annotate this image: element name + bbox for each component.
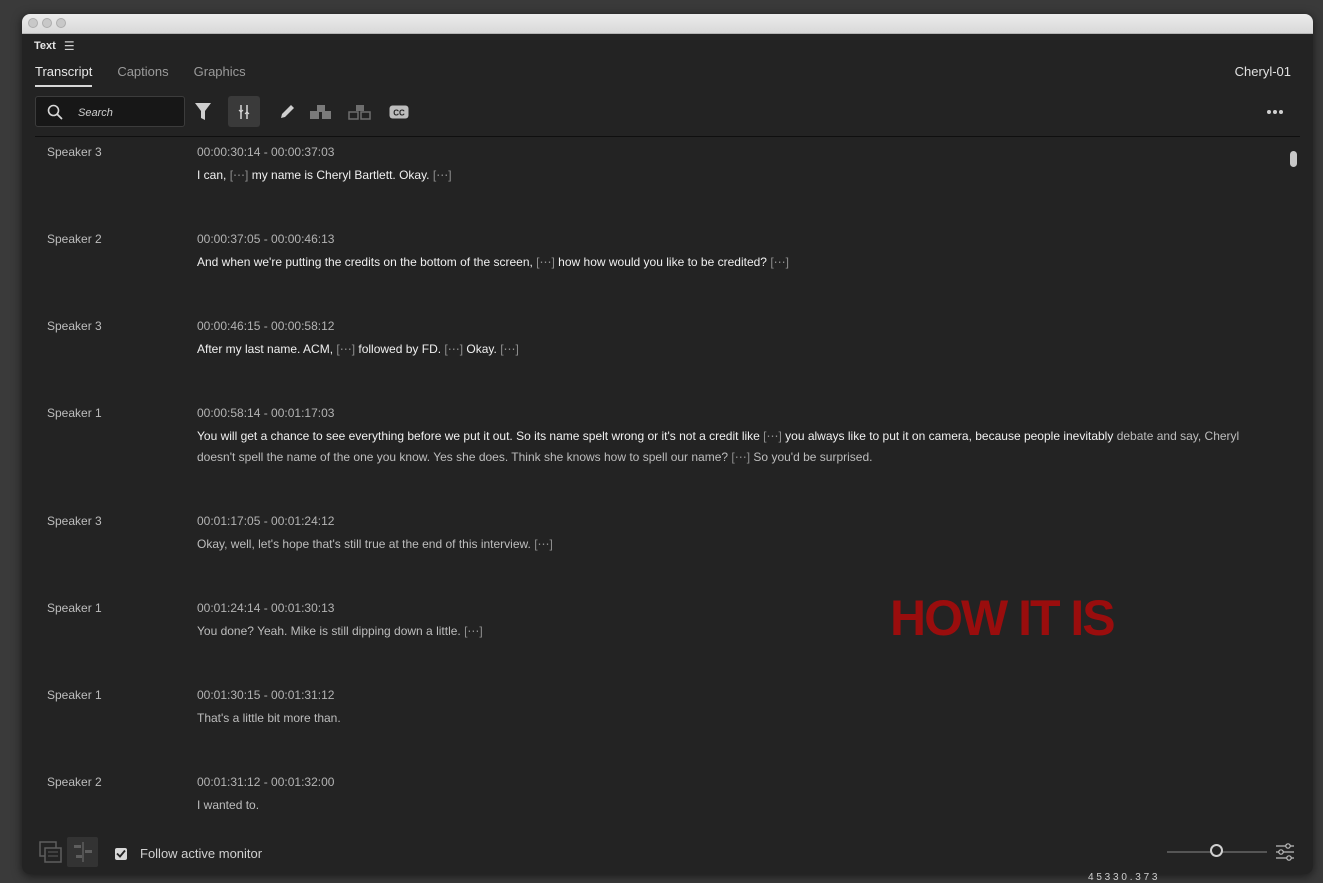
follow-monitor-label: Follow active monitor bbox=[140, 846, 263, 861]
follow-active-monitor[interactable]: Follow active monitor bbox=[115, 846, 262, 861]
speaker-label[interactable]: Speaker 3 bbox=[47, 514, 102, 528]
transcript-word-run[interactable]: I can, bbox=[197, 168, 230, 182]
tab-graphics[interactable]: Graphics bbox=[194, 64, 246, 87]
sliders-icon bbox=[1275, 843, 1294, 861]
pause-marker[interactable]: [⋯] bbox=[500, 342, 519, 356]
zoom-slider[interactable] bbox=[1167, 844, 1267, 857]
panel-footer: Follow active monitor bbox=[22, 834, 1313, 874]
settings-button[interactable] bbox=[1269, 837, 1300, 867]
follow-monitor-checkbox[interactable] bbox=[115, 847, 127, 860]
speaker-label[interactable]: Speaker 1 bbox=[47, 601, 102, 615]
speaker-label[interactable]: Speaker 1 bbox=[47, 688, 102, 702]
pause-marker[interactable]: [⋯] bbox=[336, 342, 355, 356]
tab-captions[interactable]: Captions bbox=[117, 64, 168, 87]
pause-marker[interactable]: [⋯] bbox=[444, 342, 463, 356]
split-segment-button[interactable] bbox=[346, 96, 374, 127]
timecode: 00:01:31:12 - 00:01:32:00 bbox=[197, 775, 335, 789]
pause-marker[interactable]: [⋯] bbox=[770, 255, 789, 269]
search-input[interactable] bbox=[76, 103, 180, 123]
transcript-word-run[interactable]: You done? Yeah. Mike is still dipping do… bbox=[197, 624, 464, 638]
timeline-icon bbox=[73, 842, 92, 862]
transcript-layout-button[interactable] bbox=[35, 837, 66, 867]
timecode: 00:01:30:15 - 00:01:31:12 bbox=[197, 688, 335, 702]
transcript-list[interactable]: Speaker 3 00:00:30:14 - 00:00:37:03 I can,… bbox=[35, 137, 1280, 827]
transcript-word-run[interactable]: Okay. bbox=[463, 342, 500, 356]
pause-marker[interactable]: [⋯] bbox=[536, 255, 555, 269]
pause-marker[interactable]: [⋯] bbox=[534, 537, 553, 551]
transcript-text[interactable]: Okay, well, let's hope that's still true… bbox=[197, 534, 1277, 555]
pause-marker[interactable]: [⋯] bbox=[464, 624, 483, 638]
panel-menu-icon[interactable]: ☰ bbox=[64, 40, 75, 52]
speaker-label[interactable]: Speaker 1 bbox=[47, 406, 102, 420]
transcript-text[interactable]: After my last name. ACM, [⋯] followed by… bbox=[197, 339, 1277, 360]
speaker-label[interactable]: Speaker 2 bbox=[47, 775, 102, 789]
pause-marker[interactable]: [⋯] bbox=[433, 168, 452, 182]
checkmark-icon bbox=[116, 849, 126, 858]
timeline-view-button[interactable] bbox=[67, 837, 98, 867]
close-window-button[interactable] bbox=[28, 18, 38, 28]
timecode: 00:01:24:14 - 00:01:30:13 bbox=[197, 601, 335, 615]
transcript-word-run[interactable]: You will get a chance to see everything … bbox=[197, 429, 763, 443]
more-icon bbox=[1267, 109, 1283, 114]
toolbar: CC bbox=[35, 96, 1300, 137]
merge-segments-button[interactable] bbox=[307, 96, 335, 127]
pencil-icon bbox=[281, 104, 294, 118]
pause-marker[interactable]: [⋯] bbox=[731, 450, 750, 464]
pause-marker[interactable]: [⋯] bbox=[763, 429, 782, 443]
layout-grid-icon bbox=[38, 841, 62, 863]
transcript-word-run[interactable]: followed by FD. bbox=[355, 342, 444, 356]
timecode: 00:00:30:14 - 00:00:37:03 bbox=[197, 145, 335, 159]
cc-icon: CC bbox=[389, 105, 409, 118]
transcript-word-run[interactable]: And when we're putting the credits on th… bbox=[197, 255, 536, 269]
pause-marker[interactable]: [⋯] bbox=[230, 168, 249, 182]
panel-header: Text ☰ bbox=[34, 40, 75, 52]
minimize-window-button[interactable] bbox=[42, 18, 52, 28]
search-icon bbox=[47, 104, 63, 120]
speaker-label[interactable]: Speaker 3 bbox=[47, 319, 102, 333]
timecode: 00:00:46:15 - 00:00:58:12 bbox=[197, 319, 335, 333]
transcript-text[interactable]: That's a little bit more than. bbox=[197, 708, 1277, 729]
create-captions-button[interactable]: CC bbox=[385, 96, 413, 127]
transcript-word-run[interactable]: That's a little bit more than. bbox=[197, 711, 341, 725]
speaker-group-icon bbox=[310, 104, 331, 119]
speaker-label[interactable]: Speaker 2 bbox=[47, 232, 102, 246]
watermark-text: HOW IT IS bbox=[890, 590, 1116, 646]
bottom-edge-text: 4 5 3 3 0 . 3 7 3 bbox=[1088, 872, 1158, 883]
clip-name: Cheryl-01 bbox=[1234, 64, 1291, 79]
transcript-word-run[interactable]: After my last name. ACM, bbox=[197, 342, 336, 356]
edit-button[interactable] bbox=[273, 96, 301, 127]
text-panel-window: Text ☰ Transcript Captions Graphics Cher… bbox=[22, 14, 1313, 874]
transcript-word-run[interactable]: my name is Cheryl Bartlett. Okay. bbox=[248, 168, 433, 182]
tab-transcript[interactable]: Transcript bbox=[35, 64, 93, 87]
transcript-word-run[interactable]: So you'd be surprised. bbox=[750, 450, 872, 464]
align-button[interactable] bbox=[228, 96, 260, 127]
transcript-text[interactable]: I can, [⋯] my name is Cheryl Bartlett. O… bbox=[197, 165, 1277, 186]
transcript-text[interactable]: I wanted to. bbox=[197, 795, 1277, 816]
transcript-text[interactable]: You done? Yeah. Mike is still dipping do… bbox=[197, 621, 1277, 642]
transcript-text[interactable]: And when we're putting the credits on th… bbox=[197, 252, 1277, 273]
zoom-slider-handle[interactable] bbox=[1210, 844, 1223, 857]
filter-icon bbox=[195, 102, 211, 120]
align-icon bbox=[238, 104, 250, 119]
more-options-button[interactable] bbox=[1261, 96, 1289, 127]
timecode: 00:00:37:05 - 00:00:46:13 bbox=[197, 232, 335, 246]
search-box[interactable] bbox=[35, 96, 185, 127]
transcript-word-run[interactable]: you always like to put it on camera, bec… bbox=[782, 429, 1117, 443]
speaker-label[interactable]: Speaker 3 bbox=[47, 145, 102, 159]
filter-button[interactable] bbox=[190, 96, 216, 127]
speaker-split-icon bbox=[348, 104, 371, 120]
window-titlebar[interactable] bbox=[22, 14, 1313, 34]
transcript-text[interactable]: You will get a chance to see everything … bbox=[197, 426, 1277, 468]
zoom-window-button[interactable] bbox=[56, 18, 66, 28]
transcript-word-run[interactable]: how how would you like to be credited? bbox=[555, 255, 770, 269]
tab-bar: Transcript Captions Graphics bbox=[35, 64, 246, 87]
panel-title: Text bbox=[34, 40, 56, 52]
transcript-word-run[interactable]: I wanted to. bbox=[197, 798, 259, 812]
scrollbar-thumb[interactable] bbox=[1290, 151, 1297, 167]
timecode: 00:01:17:05 - 00:01:24:12 bbox=[197, 514, 335, 528]
transcript-word-run[interactable]: Okay, well, let's hope that's still true… bbox=[197, 537, 534, 551]
svg-text:CC: CC bbox=[393, 108, 405, 117]
timecode: 00:00:58:14 - 00:01:17:03 bbox=[197, 406, 335, 420]
